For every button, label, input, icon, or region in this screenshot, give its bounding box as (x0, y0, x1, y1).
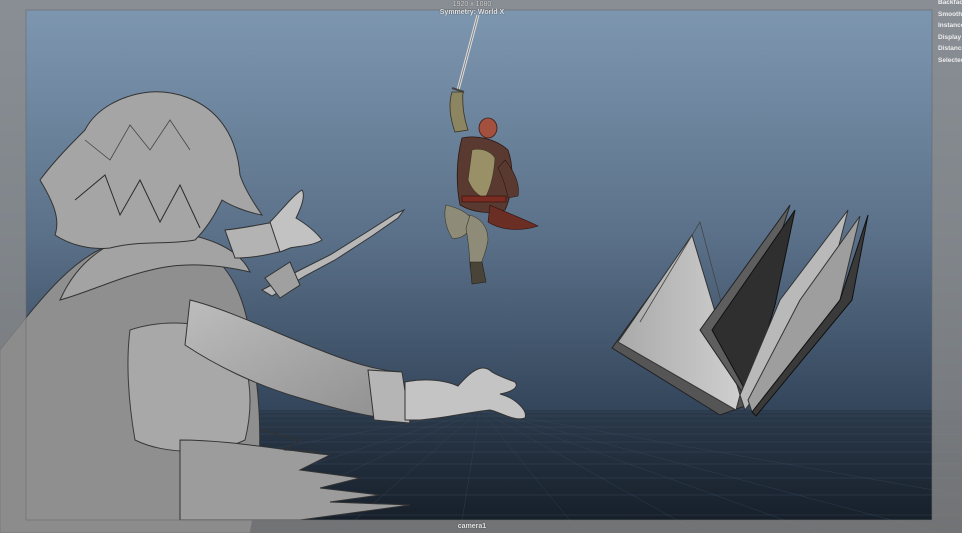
symmetry-status-label: Symmetry: World X (439, 9, 505, 16)
hud-instance-label: Instance (938, 22, 962, 29)
hud-info-list: Backfac Smooth Instance Display Distance… (938, 0, 962, 66)
hud-distance-label: Distance (938, 45, 962, 52)
hud-smooth-label: Smooth (938, 10, 962, 18)
viewport-scene[interactable] (0, 0, 962, 533)
resolution-gate-label: 1920 x 1080 (452, 1, 492, 8)
hud-backface-label: Backfac (938, 0, 962, 6)
camera-name-label: camera1 (457, 523, 487, 530)
hud-display-label: Display (938, 33, 962, 41)
3d-viewport[interactable]: 1920 x 1080 Symmetry: World X camera1 Ba… (0, 0, 962, 533)
hud-selected-label: Selected (938, 56, 962, 64)
